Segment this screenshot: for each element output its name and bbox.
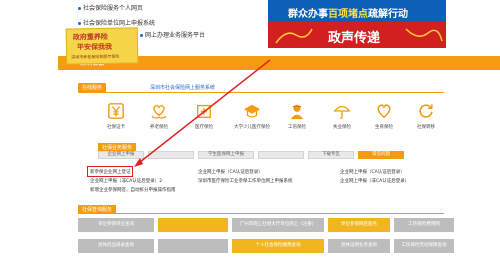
query-button[interactable]: 单位参保单位查询 [78,218,154,232]
query-button[interactable]: 退休药品目录查询 [78,239,154,253]
query-button[interactable]: 工伤保险费用网 [394,218,454,232]
divider [78,213,444,214]
query-button[interactable]: 单位参保网后服务 [328,218,390,232]
query-button[interactable]: 广州市网上社保大厅单位网上（注册） [232,218,324,232]
query-button[interactable]: 工伤保险劳动保障查询 [394,239,454,253]
query-button[interactable] [158,218,228,232]
query-button[interactable]: 个人社会保险缴费查询 [232,239,324,253]
query-button[interactable]: 退休证明业务查询 [328,239,390,253]
query-button[interactable] [158,239,228,253]
